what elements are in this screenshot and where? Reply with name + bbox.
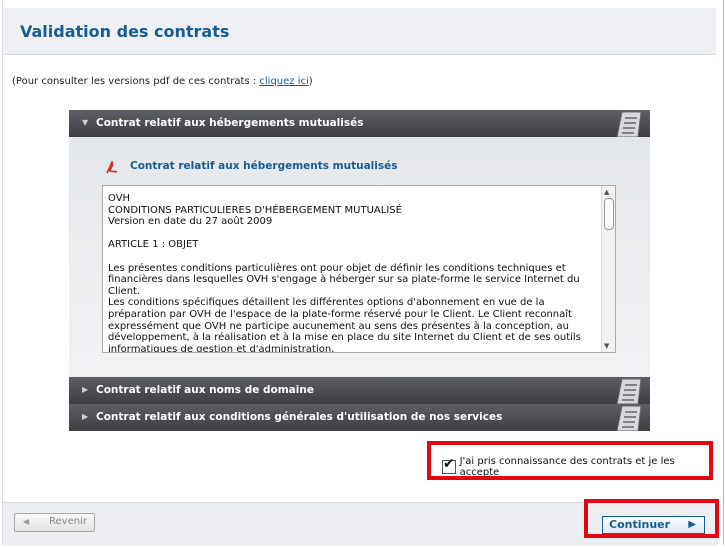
section-header-noms-de-domaine[interactable]: ▶ Contrat relatif aux noms de domaine — [69, 377, 650, 404]
accept-row: ✔ J'ai pris connaissance des contrats et… — [442, 456, 709, 478]
contracts-accordion: ▼ Contrat relatif aux hébergements mutua… — [69, 110, 650, 431]
accept-label: J'ai pris connaissance des contrats et j… — [459, 456, 675, 478]
section-label: Contrat relatif aux noms de domaine — [96, 384, 314, 396]
section-header-hebergements[interactable]: ▼ Contrat relatif aux hébergements mutua… — [69, 110, 650, 137]
continue-button-label: Continuer — [609, 518, 671, 531]
expanded-arrow-icon: ▼ — [82, 118, 89, 127]
pdf-icon — [106, 161, 118, 174]
back-button[interactable]: ◀ Revenir — [14, 513, 95, 532]
contract-text: OVH CONDITIONS PARTICULIERES D'HÉBERGEME… — [108, 193, 581, 353]
section-label: Contrat relatif aux conditions générales… — [96, 411, 503, 423]
document-icon — [616, 405, 642, 431]
intro-prefix: (Pour consulter les versions pdf de ces … — [12, 76, 260, 87]
section-content: Contrat relatif aux hébergements mutuali… — [69, 137, 650, 377]
scroll-up-icon[interactable]: ▲ — [604, 188, 609, 196]
section-label: Contrat relatif aux hébergements mutuali… — [96, 117, 364, 129]
collapsed-arrow-icon: ▶ — [82, 412, 89, 421]
checkmark-icon: ✔ — [443, 456, 455, 472]
page-title: Validation des contrats — [20, 22, 230, 41]
page-header: Validation des contrats — [3, 8, 716, 55]
continue-button[interactable]: Continuer ▶ — [602, 516, 705, 534]
back-button-label: Revenir — [49, 516, 87, 527]
scroll-down-icon[interactable]: ▼ — [604, 342, 609, 350]
arrow-left-icon: ◀ — [23, 517, 30, 526]
pdf-contract-link[interactable]: Contrat relatif aux hébergements mutuali… — [130, 160, 398, 172]
intro-suffix: ) — [308, 76, 313, 87]
continue-highlight-box: Continuer ▶ — [584, 499, 719, 538]
document-icon — [616, 111, 642, 137]
vertical-scrollbar[interactable]: ▲ ▼ — [601, 186, 615, 352]
section-header-conditions-generales[interactable]: ▶ Contrat relatif aux conditions général… — [69, 404, 650, 431]
accept-highlight-box: ✔ J'ai pris connaissance des contrats et… — [427, 441, 713, 480]
scroll-thumb[interactable] — [604, 198, 614, 230]
intro-text: (Pour consulter les versions pdf de ces … — [12, 76, 313, 87]
document-icon — [616, 378, 642, 404]
arrow-right-icon: ▶ — [688, 519, 696, 530]
collapsed-arrow-icon: ▶ — [82, 385, 89, 394]
pdf-versions-link[interactable]: cliquez ici — [259, 76, 308, 87]
accept-checkbox[interactable]: ✔ — [442, 456, 456, 474]
contract-textarea[interactable]: OVH CONDITIONS PARTICULIERES D'HÉBERGEME… — [102, 185, 616, 353]
